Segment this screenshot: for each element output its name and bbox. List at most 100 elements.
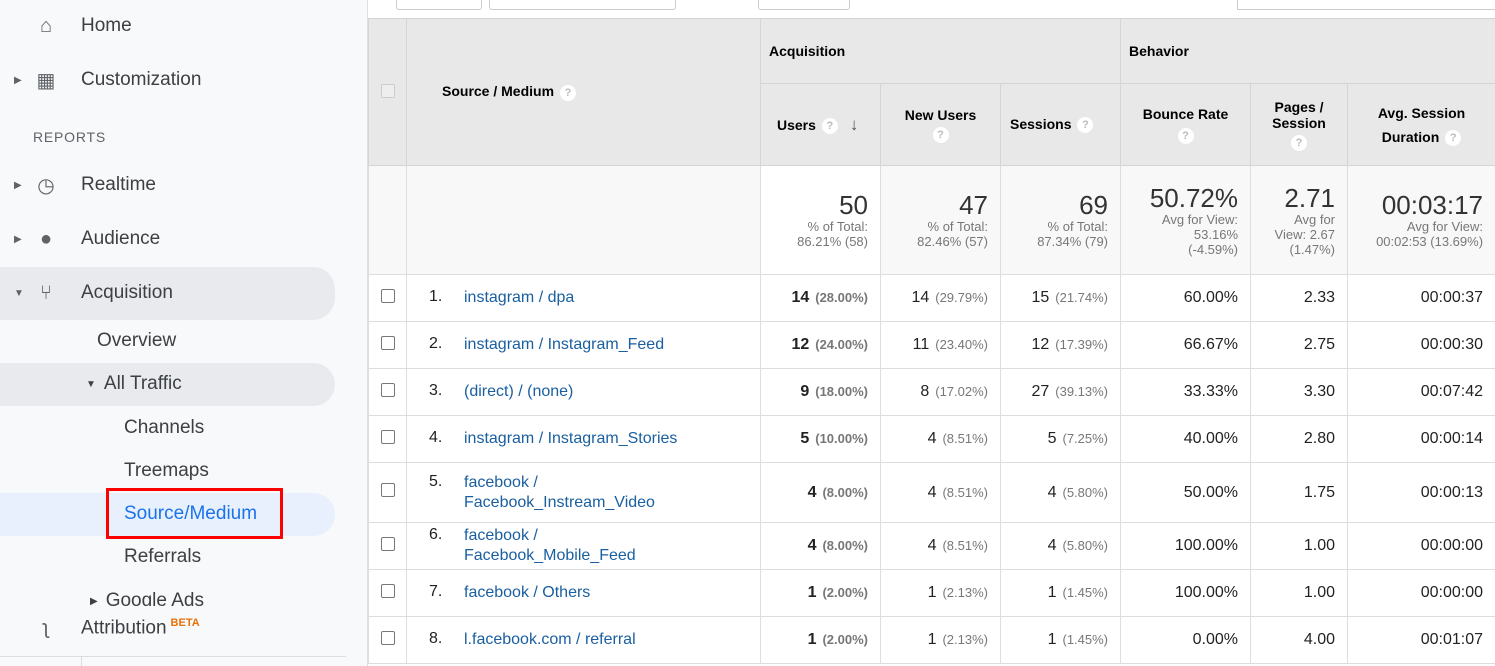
report-table: Source / Medium? Acquisition Behavior Us… xyxy=(368,18,1495,664)
new-users-cell: 1 (2.13%) xyxy=(880,616,1001,664)
bounce-rate-cell: 66.67% xyxy=(1120,321,1252,369)
sessions-cell: 12 (17.39%) xyxy=(999,321,1122,369)
row-checkbox[interactable] xyxy=(380,429,395,444)
source-medium-cell: 1. instagram / dpa xyxy=(406,274,761,322)
avg-duration-header[interactable]: Avg. Session Duration? xyxy=(1347,83,1495,166)
total-users: 50% of Total: 86.21% (58) xyxy=(760,165,881,275)
table-row: 1. instagram / dpa 14 (28.00%) 14 (29.79%) … xyxy=(368,274,1495,322)
pages-session-cell: 4.00 xyxy=(1250,616,1349,664)
source-medium-link[interactable]: instagram / Instagram_Stories xyxy=(464,429,677,449)
bounce-rate-cell: 60.00% xyxy=(1120,274,1252,322)
nav-overview[interactable]: Overview xyxy=(97,320,176,362)
beta-badge: BETA xyxy=(170,616,200,629)
source-medium-cell: 6. facebook / Facebook_Mobile_Feed xyxy=(406,522,761,570)
source-medium-cell: 5. facebook / Facebook_Instream_Video xyxy=(406,462,761,523)
pages-session-cell: 1.00 xyxy=(1250,522,1349,570)
total-new-users: 47% of Total: 82.46% (57) xyxy=(880,165,1001,275)
sessions-cell: 4 (5.80%) xyxy=(999,522,1122,570)
nav-channels[interactable]: Channels xyxy=(124,407,204,449)
row-checkbox[interactable] xyxy=(380,583,395,598)
users-cell: 1 (2.00%) xyxy=(760,569,881,617)
toolbar-button[interactable] xyxy=(489,0,676,10)
help-icon[interactable]: ? xyxy=(1177,127,1194,144)
avg-duration-cell: 00:07:42 xyxy=(1347,368,1495,416)
nav-google-ads[interactable]: ▶ Google Ads xyxy=(90,580,204,606)
new-users-header[interactable]: New Users? xyxy=(880,83,1001,166)
caret-down-icon: ▼ xyxy=(86,378,96,390)
row-checkbox[interactable] xyxy=(380,483,395,497)
source-medium-header[interactable]: Source / Medium? xyxy=(406,18,761,166)
caret-right-icon: ▶ xyxy=(90,595,98,607)
bounce-rate-cell: 100.00% xyxy=(1120,569,1252,617)
help-icon[interactable]: ? xyxy=(560,84,577,101)
avg-duration-cell: 00:00:00 xyxy=(1347,522,1495,570)
table-row: 4. instagram / Instagram_Stories 5 (10.00%… xyxy=(368,415,1495,463)
nav-treemaps[interactable]: Treemaps xyxy=(124,450,209,492)
help-icon[interactable]: ? xyxy=(821,117,838,134)
help-icon[interactable]: ? xyxy=(932,126,949,143)
person-icon: ● xyxy=(39,227,53,250)
pages-session-header[interactable]: Pages / Session? xyxy=(1250,83,1349,166)
row-checkbox-cell xyxy=(368,368,407,416)
bounce-rate-cell: 50.00% xyxy=(1120,462,1252,523)
search-input[interactable] xyxy=(1237,0,1495,10)
nav-referrals[interactable]: Referrals xyxy=(124,536,201,578)
new-users-cell: 4 (8.51%) xyxy=(880,522,1001,570)
row-checkbox-cell xyxy=(368,616,407,664)
row-checkbox-cell xyxy=(368,415,407,463)
caret-right-icon: ▶ xyxy=(14,233,22,245)
sort-desc-icon[interactable]: ↓ xyxy=(850,115,859,134)
users-cell: 14 (28.00%) xyxy=(760,274,881,322)
caret-right-icon: ▶ xyxy=(14,179,22,191)
help-icon[interactable]: ? xyxy=(1291,134,1308,151)
new-users-cell: 4 (8.51%) xyxy=(880,462,1001,523)
row-checkbox[interactable] xyxy=(380,382,395,397)
sessions-cell: 1 (1.45%) xyxy=(999,616,1122,664)
table-row: 6. facebook / Facebook_Mobile_Feed 4 (8.00… xyxy=(368,522,1495,570)
sessions-header[interactable]: Sessions? xyxy=(999,83,1122,166)
nav-source-medium[interactable]: Source/Medium xyxy=(124,493,257,535)
bounce-rate-header[interactable]: Bounce Rate? xyxy=(1120,83,1252,166)
source-medium-link[interactable]: instagram / Instagram_Feed xyxy=(464,335,664,355)
total-avg-duration: 00:03:17 Avg for View: 00:02:53 (13.69%) xyxy=(1347,165,1495,275)
users-cell: 5 (10.00%) xyxy=(760,415,881,463)
row-checkbox-cell xyxy=(368,274,407,322)
select-all-cell xyxy=(368,18,407,166)
avg-duration-cell: 00:00:30 xyxy=(1347,321,1495,369)
toolbar-button[interactable] xyxy=(758,0,850,10)
row-checkbox-cell xyxy=(368,569,407,617)
bounce-rate-cell: 33.33% xyxy=(1120,368,1252,416)
select-all-checkbox[interactable] xyxy=(380,83,395,98)
source-medium-link[interactable]: (direct) / (none) xyxy=(464,382,573,402)
caret-down-icon: ▼ xyxy=(14,287,24,299)
nav-all-traffic[interactable]: ▼ All Traffic xyxy=(86,363,182,405)
sessions-cell: 15 (21.74%) xyxy=(999,274,1122,322)
source-medium-link[interactable]: facebook / Facebook_Instream_Video xyxy=(464,473,674,513)
row-checkbox[interactable] xyxy=(380,288,395,303)
row-checkbox-cell xyxy=(368,321,407,369)
source-medium-cell: 8. l.facebook.com / referral xyxy=(406,616,761,664)
row-checkbox[interactable] xyxy=(380,335,395,350)
attribution-icon: ʅ xyxy=(43,616,49,639)
source-medium-cell: 2. instagram / Instagram_Feed xyxy=(406,321,761,369)
users-header[interactable]: Users? ↓ xyxy=(760,83,881,166)
acquisition-group-header: Acquisition xyxy=(759,18,1122,84)
row-checkbox[interactable] xyxy=(380,536,395,551)
help-icon[interactable]: ? xyxy=(1077,117,1094,134)
toolbar-button[interactable] xyxy=(396,0,482,10)
source-medium-link[interactable]: facebook / Others xyxy=(464,583,590,603)
source-medium-link[interactable]: l.facebook.com / referral xyxy=(464,630,636,650)
help-icon[interactable]: ? xyxy=(1445,129,1462,146)
new-users-cell: 11 (23.40%) xyxy=(880,321,1001,369)
sessions-cell: 1 (1.45%) xyxy=(999,569,1122,617)
sessions-cell: 4 (5.80%) xyxy=(999,462,1122,523)
source-medium-cell: 3. (direct) / (none) xyxy=(406,368,761,416)
pages-session-cell: 1.00 xyxy=(1250,569,1349,617)
table-row: 5. facebook / Facebook_Instream_Video 4 (8… xyxy=(368,462,1495,523)
source-medium-link[interactable]: facebook / Facebook_Mobile_Feed xyxy=(464,526,684,566)
sessions-cell: 5 (7.25%) xyxy=(999,415,1122,463)
source-medium-link[interactable]: instagram / dpa xyxy=(464,288,574,308)
row-checkbox-cell xyxy=(368,462,407,523)
avg-duration-cell: 00:00:14 xyxy=(1347,415,1495,463)
row-checkbox[interactable] xyxy=(380,630,395,645)
